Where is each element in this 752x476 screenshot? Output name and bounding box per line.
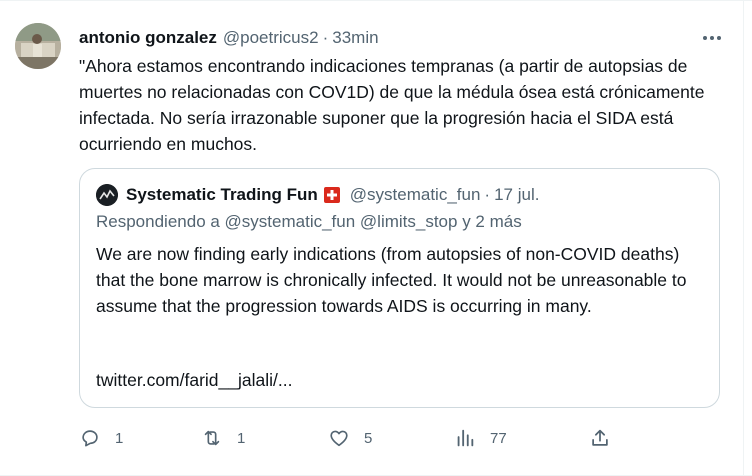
quoted-tweet-time: 17 jul. bbox=[494, 185, 540, 204]
retweet-icon bbox=[204, 430, 220, 446]
tweet-time[interactable]: 33min bbox=[332, 28, 378, 48]
quoted-author-name: Systematic Trading Fun bbox=[126, 185, 318, 204]
action-bar: 1 1 5 77 bbox=[79, 424, 719, 452]
author-name[interactable]: antonio gonzalez bbox=[79, 28, 217, 48]
share-button[interactable] bbox=[589, 424, 611, 452]
share-icon bbox=[592, 429, 608, 446]
quoted-tweet-card[interactable]: Systematic Trading Fun @systematic_fun ·… bbox=[79, 168, 720, 408]
quoted-author-avatar bbox=[96, 184, 118, 206]
author-avatar[interactable] bbox=[15, 23, 61, 69]
swiss-flag-icon bbox=[323, 187, 340, 203]
views-count: 77 bbox=[490, 429, 507, 447]
right-divider bbox=[743, 0, 744, 476]
heart-icon bbox=[330, 430, 348, 447]
more-button[interactable] bbox=[698, 26, 726, 50]
like-button[interactable]: 5 bbox=[328, 424, 372, 452]
like-count: 5 bbox=[364, 429, 373, 447]
author-handle[interactable]: @poetricus2 bbox=[223, 28, 319, 48]
quoted-tweet-header: Systematic Trading Fun @systematic_fun ·… bbox=[96, 183, 539, 207]
quoted-tweet-text: We are now finding early indications (fr… bbox=[96, 244, 687, 316]
top-divider bbox=[0, 0, 752, 1]
reply-count: 1 bbox=[115, 429, 124, 447]
more-horizontal-icon bbox=[703, 36, 721, 40]
retweet-count: 1 bbox=[237, 429, 246, 447]
replying-to: Respondiendo a @systematic_fun @limits_s… bbox=[96, 212, 522, 231]
retweet-button[interactable]: 1 bbox=[201, 424, 245, 452]
reply-icon bbox=[82, 430, 98, 447]
quoted-header-separator: · bbox=[484, 185, 491, 204]
tweet-text: "Ahora estamos encontrando indicaciones … bbox=[79, 56, 705, 154]
views-icon bbox=[457, 429, 474, 447]
quoted-author-handle: @systematic_fun bbox=[349, 185, 481, 204]
header-separator: · bbox=[322, 28, 329, 47]
views-button[interactable]: 77 bbox=[454, 424, 507, 452]
tweet-header: antonio gonzalez @poetricus2 · 33min bbox=[79, 27, 379, 49]
quoted-tweet-link[interactable]: twitter.com/farid__jalali/... bbox=[96, 370, 292, 391]
reply-button[interactable]: 1 bbox=[79, 424, 123, 452]
